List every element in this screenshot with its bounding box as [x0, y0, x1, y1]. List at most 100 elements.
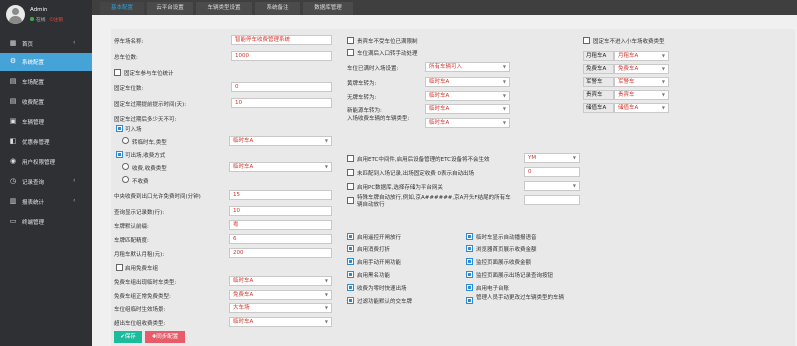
entry-charge-select[interactable]: 临时车A	[425, 118, 510, 128]
nav-lot-config[interactable]: ▤ 车场配置	[0, 73, 92, 91]
charge-type-label: 收费,收费类型	[132, 166, 167, 172]
province-prefix-input[interactable]: 粤	[229, 220, 332, 230]
nav-system-config[interactable]: ⚙ 系统配置	[0, 53, 92, 71]
vip-unlimited-label: 贵宾车不受车位已满限制	[357, 39, 418, 45]
vip-unlimited-checkbox[interactable]	[347, 37, 354, 44]
yellow-plate-select[interactable]: 临时车A	[425, 77, 510, 87]
expired-label: 固定车过期后多少天不可:	[114, 117, 177, 123]
no-plate-select[interactable]: 临时车A	[425, 91, 510, 101]
voice-checkbox[interactable]	[466, 233, 473, 240]
manual-open-checkbox[interactable]	[347, 258, 354, 265]
unpaid-fee-input[interactable]: 0	[524, 167, 580, 177]
new-energy-label: 新能源车转为:	[347, 108, 382, 114]
allow-out-checkbox[interactable]	[116, 151, 123, 158]
tab-cloud-platform[interactable]: 云平台设置	[147, 2, 193, 15]
tab-basic-config[interactable]: 基本配置	[100, 2, 144, 15]
total-spaces-input[interactable]: 1000	[231, 51, 332, 61]
free-temp-select[interactable]: 临时车A	[229, 276, 332, 286]
monitor-fee-label: 监控页面展示收费金额	[476, 260, 532, 266]
fixed-spaces-input[interactable]: 0	[231, 82, 332, 92]
no-plate-label: 无牌车转为:	[347, 95, 377, 101]
tab-system-notes[interactable]: 系统备注	[255, 2, 300, 15]
fixed-subarea-label: 固定车不进入小车场收费类型	[593, 39, 665, 45]
remote-open-checkbox[interactable]	[347, 233, 354, 240]
expiry-days-input[interactable]: 10	[231, 98, 332, 108]
convert-type-select[interactable]: 临时车A	[229, 136, 332, 146]
area-select[interactable]: 大车场	[229, 303, 332, 313]
pc-db-select[interactable]	[524, 181, 580, 191]
browser-fee-checkbox[interactable]	[466, 245, 473, 252]
rule-select-police[interactable]: 军警车	[614, 77, 669, 87]
monitor-query-label: 监控页面展示出场记录查询按钮	[476, 273, 554, 279]
online-dot-icon	[30, 17, 34, 21]
query-rows-input[interactable]: 10	[229, 206, 332, 216]
convert-radio[interactable]	[122, 137, 129, 144]
special-plate-checkbox[interactable]	[347, 197, 354, 204]
allow-in-checkbox[interactable]	[116, 125, 123, 132]
discount-checkbox[interactable]	[347, 245, 354, 252]
zero-fast-exit-checkbox[interactable]	[347, 284, 354, 291]
no-charge-radio[interactable]	[122, 176, 129, 183]
match-label: 车牌匹配精度:	[114, 238, 149, 244]
super-select[interactable]: 临时车A	[229, 317, 332, 327]
spaces-label: 总车位数:	[114, 55, 138, 61]
nav-record-query[interactable]: ◷ 记录查询 ‹	[0, 173, 92, 191]
match-precision-input[interactable]: 6	[229, 234, 332, 244]
rule-label-stored: 储值车A	[583, 103, 614, 113]
free-fixed-select[interactable]: 免费车A	[229, 290, 332, 300]
free-group-label: 启用免费车组	[125, 266, 159, 272]
nav-user-permission[interactable]: ◉ 用户权限管理	[0, 153, 92, 171]
etc-select[interactable]: YM	[524, 153, 580, 163]
nav-terminal[interactable]: ▭ 终端管理	[0, 213, 92, 231]
pc-db-checkbox[interactable]	[347, 183, 354, 190]
rule-label-free: 免费车A	[583, 64, 614, 74]
rule-select-vip[interactable]: 贵宾车	[614, 90, 669, 100]
nav-vehicle-manage[interactable]: ▣ 车辆管理	[0, 113, 92, 131]
rule-select-stored[interactable]: 储值车A	[614, 103, 669, 113]
clock-icon: ◷	[9, 177, 17, 185]
user-name: Admin	[30, 7, 48, 13]
etc-checkbox[interactable]	[347, 155, 354, 162]
blacklist-label: 启用黑名功能	[357, 273, 391, 279]
logout-link[interactable]: ⏻注销	[50, 18, 63, 23]
nav-report[interactable]: ▥ 报表统计 ‹	[0, 193, 92, 211]
free-group-checkbox[interactable]	[116, 264, 123, 271]
rule-select-free[interactable]: 免费车A	[614, 64, 669, 74]
full-manual-checkbox[interactable]	[347, 49, 354, 56]
sync-button[interactable]: ✚同步配置	[145, 331, 185, 343]
nav-home[interactable]: ▦ 首页 ‹	[0, 35, 92, 53]
tab-vehicle-type[interactable]: 车辆类型设置	[196, 2, 252, 15]
nav-fee-config[interactable]: ▤ 收费配置	[0, 93, 92, 111]
monitor-query-checkbox[interactable]	[466, 271, 473, 278]
filter-plate-label: 过滤功能默认的交车牌	[357, 299, 413, 305]
e-ledger-checkbox[interactable]	[466, 284, 473, 291]
new-energy-select[interactable]: 临时车A	[425, 104, 510, 114]
yellow-plate-label: 黄牌车转为:	[347, 81, 377, 87]
monthly-fee-input[interactable]: 200	[229, 248, 332, 258]
rule-select-monthly[interactable]: 月租车A	[614, 51, 669, 61]
fixed-subarea-checkbox[interactable]	[583, 37, 590, 44]
save-button[interactable]: ✔保存	[114, 331, 142, 343]
special-plate-input[interactable]	[524, 195, 580, 205]
full-entry-select[interactable]: 所有车辆可入	[425, 62, 510, 72]
fixed-count-checkbox[interactable]	[114, 69, 121, 76]
midway-minutes-input[interactable]: 15	[229, 190, 332, 200]
manual-open-label: 启用手动开闸功能	[357, 260, 402, 266]
car-icon: ▣	[9, 117, 17, 125]
super-label: 超出车位组收费类型:	[114, 321, 166, 327]
voice-label: 临时车显示自动播报语音	[476, 235, 537, 241]
tab-database[interactable]: 数据库管理	[303, 2, 353, 15]
blacklist-checkbox[interactable]	[347, 271, 354, 278]
manual-type-checkbox[interactable]	[466, 297, 473, 304]
lot-name-input[interactable]: 智能停车收费管理系统	[231, 35, 332, 45]
filter-plate-checkbox[interactable]	[347, 297, 354, 304]
allow-out-label: 可出场,收费方式	[125, 153, 166, 159]
charge-radio[interactable]	[122, 163, 129, 170]
rule-label-monthly: 月租车A	[583, 51, 614, 61]
charge-type-select[interactable]: 临时车A	[229, 162, 332, 172]
etc-label: 启用ETC中间件,启用后设备管理的ETC设备将不会生效	[357, 157, 490, 163]
special-plate-label: 特殊车牌自动放行,例如,京A######,京A开头F结尾的所有车辆自动放行	[357, 195, 511, 208]
unpaid-checkbox[interactable]	[347, 169, 354, 176]
nav-coupon-manage[interactable]: ◧ 优惠券管理	[0, 133, 92, 151]
monitor-fee-checkbox[interactable]	[466, 258, 473, 265]
